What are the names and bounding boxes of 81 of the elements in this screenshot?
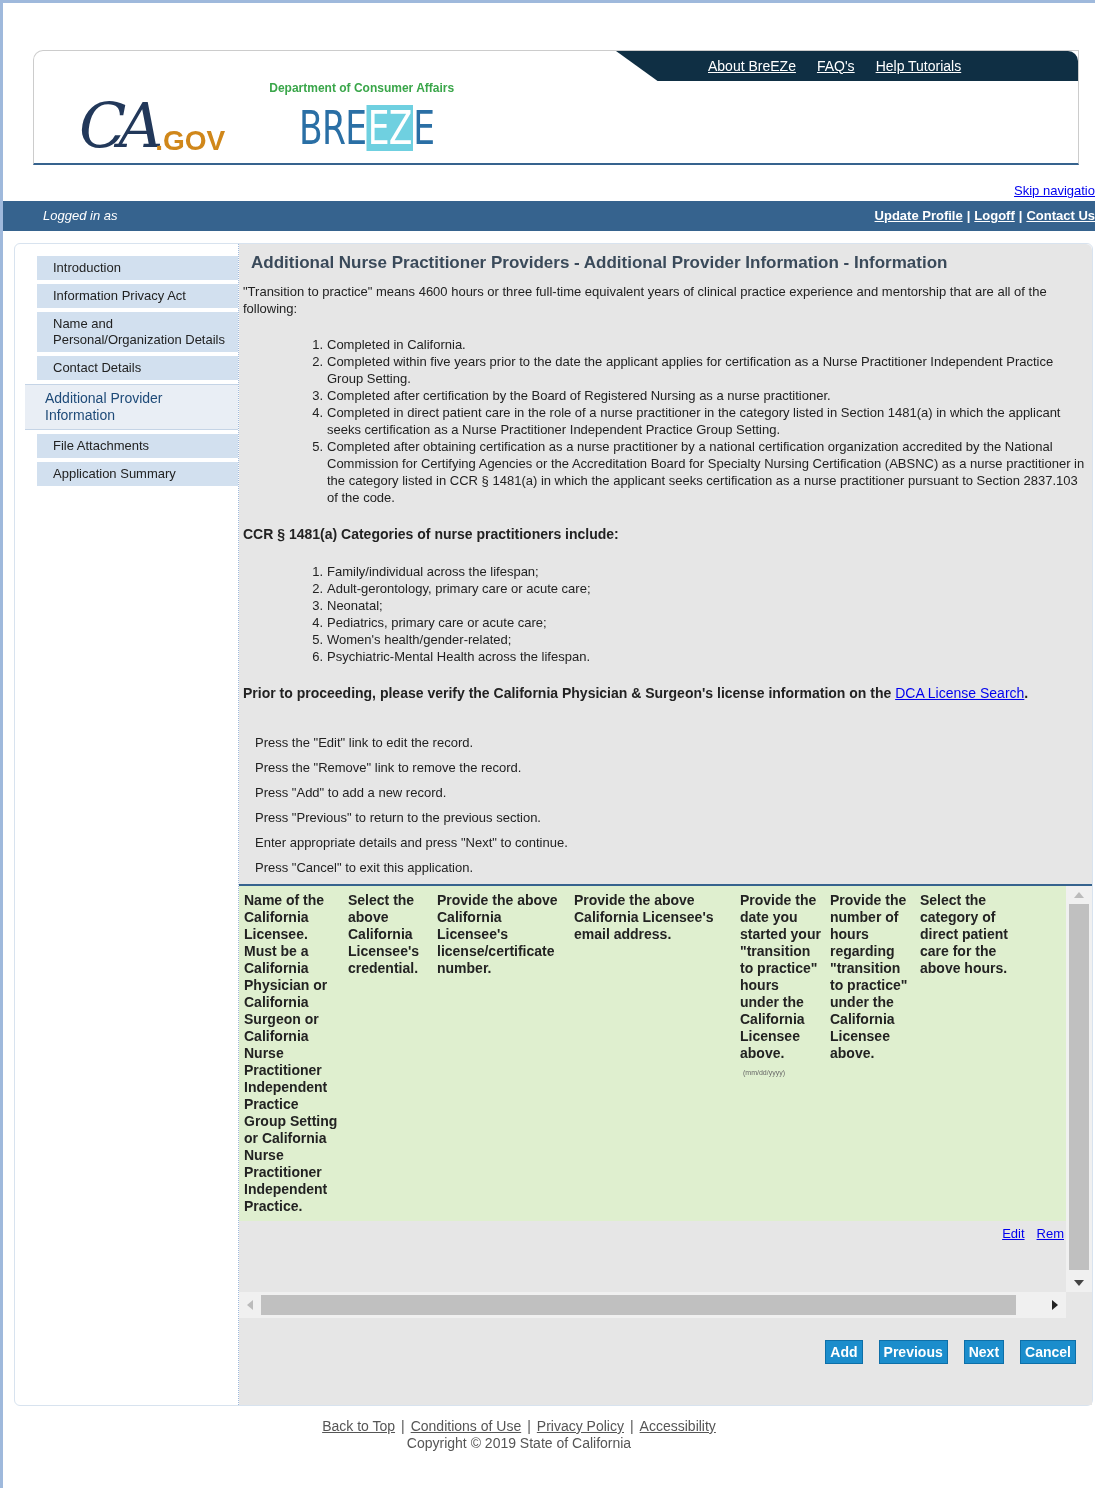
separator: | xyxy=(629,1418,634,1435)
instruction-text: Press the "Remove" link to remove the record. xyxy=(255,759,523,776)
nav-link[interactable]: Help Tutorials xyxy=(875,55,962,77)
footer-link[interactable]: Conditions of Use xyxy=(410,1418,522,1435)
category-text: Family/individual across the lifespan; xyxy=(327,563,539,580)
user-link[interactable]: Logoff xyxy=(974,206,1015,226)
category-text: Neonatal; xyxy=(327,597,383,614)
column-header: Provide the above California Licensee's license/certificate number. xyxy=(437,892,559,977)
list-number: 6. xyxy=(311,648,324,665)
scroll-left-icon[interactable] xyxy=(247,1300,253,1310)
list-number: 3. xyxy=(311,387,324,404)
sidebar-item[interactable]: Additional Provider Information xyxy=(25,384,238,430)
column-header: Provide the number of hours regarding "transition to practice" under the California Licensee above. xyxy=(830,892,909,1062)
breeze-logo: BREEZE xyxy=(299,105,435,151)
nav-link[interactable]: About BreEZe xyxy=(708,55,796,77)
instruction-text: Press "Previous" to return to the previous section. xyxy=(255,809,542,826)
column-header: Provide the date you started your "transition to practice" hours under the California Licensee above. xyxy=(740,892,821,1062)
requirement-text: Completed after certification by the Board of Registered Nursing as a nurse practitioner. xyxy=(327,387,831,404)
verify-paragraph: Prior to proceeding, please verify the California Physician & Surgeon's license information on the DCA License Search. xyxy=(242,685,1030,702)
list-number: 2. xyxy=(311,580,324,597)
scroll-down-icon[interactable] xyxy=(1074,1280,1084,1286)
column-header: Select the category of direct patient care for the above hours. xyxy=(920,892,1009,977)
action-button[interactable]: Next xyxy=(963,1340,1005,1364)
logo-text: .GOV xyxy=(155,127,226,155)
sidebar-item[interactable]: Contact Details xyxy=(37,356,238,380)
intro-paragraph: "Transition to practice" means 4600 hours or three full-time equivalent years of clinical practice experience and mentorship that are all of the following: xyxy=(242,283,1048,317)
instruction-text: Enter appropriate details and press "Next" to continue. xyxy=(255,834,569,851)
sidebar-item[interactable]: Information Privacy Act xyxy=(37,284,238,308)
column-header: Provide the above California Licensee's email address. xyxy=(574,892,715,943)
copyright-text: Copyright © 2019 State of California xyxy=(406,1435,632,1452)
list-number: 5. xyxy=(311,438,324,456)
list-number: 3. xyxy=(311,597,324,614)
row-link[interactable]: Edit xyxy=(1002,1225,1025,1242)
nav-link[interactable]: FAQ's xyxy=(816,55,855,77)
category-text: Pediatrics, primary care or acute care; xyxy=(327,614,547,631)
user-link[interactable]: Contact Us xyxy=(1026,206,1095,226)
footer-link[interactable]: Accessibility xyxy=(639,1418,716,1435)
row-link[interactable]: Rem xyxy=(1036,1225,1064,1242)
category-text: Women's health/gender-related; xyxy=(327,631,512,648)
category-text: Adult-gerontology, primary care or acute care; xyxy=(327,580,591,597)
separator: | xyxy=(1018,207,1023,226)
categories-heading: CCR § 1481(a) Categories of nurse practitioners include: xyxy=(242,526,620,543)
instruction-text: Press the "Edit" link to edit the record. xyxy=(255,734,475,751)
separator: | xyxy=(401,1418,405,1435)
instruction-text: Press "Cancel" to exit this application. xyxy=(255,859,475,876)
scroll-up-icon[interactable] xyxy=(1074,892,1084,898)
sidebar-item[interactable]: Name and Personal/Organization Details xyxy=(37,312,238,352)
scrollbar-thumb[interactable] xyxy=(1069,904,1089,1270)
category-text: Psychiatric-Mental Health across the lifespan. xyxy=(327,648,590,665)
list-number: 4. xyxy=(311,614,324,631)
action-button[interactable]: Cancel xyxy=(1020,1340,1076,1364)
scrollbar-thumb[interactable] xyxy=(261,1295,1016,1315)
logged-in-text: Logged in as xyxy=(43,207,118,226)
scroll-right-icon[interactable] xyxy=(1052,1300,1058,1310)
sidebar-item[interactable]: Application Summary xyxy=(37,462,238,486)
sidebar-item[interactable]: Introduction xyxy=(37,256,238,280)
requirement-text: Completed in direct patient care in the role of a nurse practitioner in the category listed in Section 1481(a) in which the applicant seeks certification as a Nurse Practitioner Independent Practice Group Setting. xyxy=(327,404,1062,438)
action-button[interactable]: Add xyxy=(825,1340,863,1364)
user-link[interactable]: Update Profile xyxy=(874,206,963,226)
list-number: 2. xyxy=(311,353,324,371)
action-button[interactable]: Previous xyxy=(878,1340,948,1364)
page-title: Additional Nurse Practitioner Providers - Additional Provider Information - Information xyxy=(250,252,949,274)
requirement-text: Completed in California. xyxy=(327,336,466,353)
list-number: 5. xyxy=(311,631,324,648)
department-name: Department of Consumer Affairs xyxy=(269,80,456,97)
footer-link[interactable]: Privacy Policy xyxy=(536,1418,624,1435)
list-number: 1. xyxy=(311,563,324,580)
requirement-text: Completed within five years prior to the date the applicant applies for certification as a Nurse Practitioner Independent Practice Group Setting. xyxy=(327,353,1055,387)
instruction-text: Press "Add" to add a new record. xyxy=(255,784,448,801)
column-header: Name of the California Licensee. Must be a California Physician or California Surgeon or California Nurse Practitioner Independent Practice Group Setting or California Nurse Practitioner Independent Practice. xyxy=(244,892,339,1215)
dca-license-search-link[interactable]: DCA License Search xyxy=(895,685,1025,701)
column-header: Select the above California Licensee's credential. xyxy=(348,892,421,977)
logo-text: CA xyxy=(79,95,156,157)
requirement-text: Completed after obtaining certification as a nurse practitioner by a national certification organization accredited by the National Commission for Certifying Agencies or the Accreditation Board for Specialty Nursing Certification (ABSNC) as a nurse practitioner in the category listed in CCR § 1481(a) in which the applicant seeks certification as a nurse practitioner pursuant to Section 2837.103 of the code. xyxy=(327,438,1086,506)
sidebar-item[interactable]: File Attachments xyxy=(37,434,238,458)
separator: | xyxy=(527,1418,531,1435)
list-number: 4. xyxy=(311,404,324,422)
footer-link[interactable]: Back to Top xyxy=(322,1418,396,1435)
list-number: 1. xyxy=(311,336,324,353)
separator: | xyxy=(966,207,971,226)
skip-navigation-link[interactable]: Skip navigatio xyxy=(1014,181,1095,201)
